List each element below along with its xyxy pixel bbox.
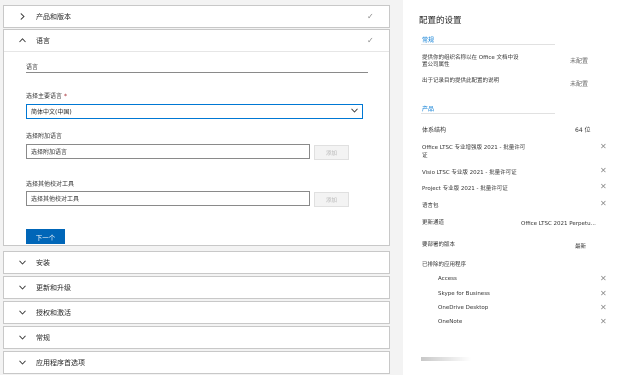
description-label: 出于记录目的提供此配置的说明 bbox=[422, 78, 500, 84]
additional-language-input[interactable]: 选择附加语言 bbox=[26, 144, 310, 159]
section-installation[interactable]: 安装 bbox=[3, 251, 390, 274]
channel-label: 更新通道 bbox=[422, 220, 445, 226]
remove-icon[interactable]: ✕ bbox=[600, 274, 607, 283]
primary-language-value: 简体中文(中国) bbox=[31, 109, 72, 116]
chevron-down-icon bbox=[17, 335, 27, 340]
chevron-down-icon bbox=[17, 360, 27, 365]
org-name-label-cont: 置公司属性 bbox=[422, 62, 450, 68]
proofing-tools-placeholder: 选择其他校对工具 bbox=[31, 196, 80, 203]
product-item: Visio LTSC 专业版 2021 - 批量许可证 bbox=[422, 170, 517, 176]
chevron-down-icon bbox=[351, 108, 358, 115]
divider bbox=[421, 113, 555, 114]
divider bbox=[26, 72, 368, 73]
section-title: 更新和升级 bbox=[36, 283, 71, 292]
excluded-app-item: OneDrive Desktop bbox=[438, 305, 489, 311]
panel-title: 配置的设置 bbox=[419, 16, 462, 26]
check-icon: ✓ bbox=[367, 36, 374, 45]
excluded-app-item: Skype for Business bbox=[438, 291, 490, 297]
proofing-tools-label: 选择其他校对工具 bbox=[26, 181, 75, 188]
add-language-button[interactable]: 添加 bbox=[314, 145, 349, 160]
version-label: 要部署的版本 bbox=[422, 242, 456, 248]
remove-icon[interactable]: ✕ bbox=[600, 317, 607, 326]
product-item: 语言包 bbox=[422, 203, 439, 209]
remove-icon[interactable]: ✕ bbox=[600, 199, 607, 208]
proofing-tools-input[interactable]: 选择其他校对工具 bbox=[26, 191, 310, 206]
chevron-down-icon bbox=[17, 285, 27, 290]
product-item-cont: 证 bbox=[422, 153, 428, 159]
remove-icon[interactable]: ✕ bbox=[600, 166, 607, 175]
section-language-header[interactable]: 语言 ✓ bbox=[4, 30, 389, 51]
scroll-fade bbox=[421, 357, 471, 361]
general-heading: 常规 bbox=[422, 37, 435, 44]
divider bbox=[4, 51, 389, 52]
required-mark: * bbox=[63, 93, 67, 100]
section-updates-and-upgrades[interactable]: 更新和升级 bbox=[3, 276, 390, 299]
configured-settings-panel: 配置的设置 常规 提供你的组织名称以在 Office 文档中设 置公司属性 未配… bbox=[403, 0, 640, 375]
divider bbox=[421, 44, 555, 45]
version-value: 最新 bbox=[575, 244, 587, 250]
section-title: 安装 bbox=[36, 258, 50, 267]
section-title: 授权和激活 bbox=[36, 308, 71, 317]
configuration-panel: 产品和版本 ✓ 语言 ✓ 语言 选择主要语言 * 简体中文(中国) 选择附加语言… bbox=[0, 0, 393, 375]
excluded-apps-label: 已排除的应用程序 bbox=[422, 262, 467, 268]
product-item: Office LTSC 专业增强版 2021 - 批量许可 bbox=[422, 145, 526, 151]
primary-language-select[interactable]: 简体中文(中国) bbox=[26, 104, 363, 119]
section-title: 常规 bbox=[36, 333, 50, 342]
chevron-down-icon bbox=[17, 260, 27, 265]
channel-value: Office LTSC 2021 Perpetu... bbox=[521, 221, 596, 227]
remove-icon[interactable]: ✕ bbox=[600, 303, 607, 312]
org-name-value: 未配置 bbox=[570, 58, 589, 65]
excluded-app-item: Access bbox=[438, 276, 457, 282]
chevron-down-icon bbox=[17, 310, 27, 315]
additional-language-placeholder: 选择附加语言 bbox=[31, 149, 68, 156]
architecture-value: 64 位 bbox=[575, 127, 591, 134]
chevron-up-icon bbox=[17, 38, 27, 43]
products-heading: 产品 bbox=[422, 106, 435, 113]
language-subheading: 语言 bbox=[26, 64, 39, 71]
section-general[interactable]: 常规 bbox=[3, 326, 390, 349]
next-button[interactable]: 下一个 bbox=[26, 229, 65, 244]
additional-language-label: 选择附加语言 bbox=[26, 133, 63, 140]
architecture-label: 体系结构 bbox=[422, 127, 447, 134]
product-item: Project 专业版 2021 - 批量许可证 bbox=[422, 186, 508, 192]
primary-language-label: 选择主要语言 * bbox=[26, 93, 67, 100]
excluded-app-item: OneNote bbox=[438, 319, 463, 325]
add-proofing-button[interactable]: 添加 bbox=[314, 192, 349, 207]
description-value: 未配置 bbox=[570, 81, 589, 88]
section-application-preferences[interactable]: 应用程序首选项 bbox=[3, 351, 390, 374]
section-title: 产品和版本 bbox=[36, 12, 71, 21]
check-icon: ✓ bbox=[367, 12, 374, 21]
section-products-and-versions[interactable]: 产品和版本 ✓ bbox=[3, 5, 390, 28]
remove-icon[interactable]: ✕ bbox=[600, 182, 607, 191]
section-title: 应用程序首选项 bbox=[36, 358, 85, 367]
remove-icon[interactable]: ✕ bbox=[600, 289, 607, 298]
section-title: 语言 bbox=[36, 36, 50, 45]
chevron-right-icon bbox=[17, 13, 27, 20]
remove-icon[interactable]: ✕ bbox=[600, 142, 607, 151]
section-licensing-and-activation[interactable]: 授权和激活 bbox=[3, 301, 390, 324]
